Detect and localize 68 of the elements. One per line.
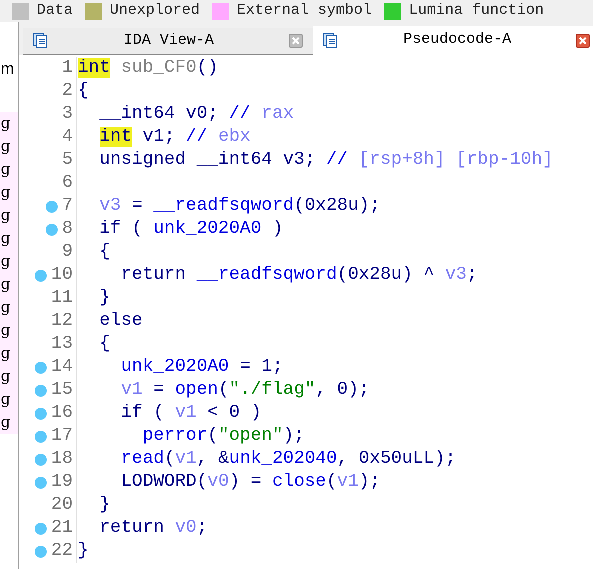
line-number: 17: [51, 425, 73, 448]
line-number: 8: [62, 218, 73, 241]
line-number: 10: [51, 264, 73, 287]
line-number: 7: [62, 195, 73, 218]
line-number: 14: [51, 356, 73, 379]
code-line: read(v1, &unk_202040, 0x50uLL);: [120, 448, 456, 471]
code-line: {: [77, 80, 89, 103]
panel-text: m: [0, 60, 14, 80]
code-line: unsigned __int64 v3; // [rsp+8h] [rbp-10h]: [98, 149, 554, 172]
line-number: 5: [62, 149, 73, 172]
list-item[interactable]: g: [0, 342, 18, 365]
code-line: }: [98, 287, 110, 310]
code-line: if ( v1 < 0 ): [120, 402, 262, 425]
list-item[interactable]: g: [0, 296, 18, 319]
line-number: 16: [51, 402, 73, 425]
line-number: 9: [62, 241, 73, 264]
list-item[interactable]: g: [0, 411, 18, 434]
line-number: 18: [51, 448, 73, 471]
line-number: 13: [51, 333, 73, 356]
line-number: 12: [51, 310, 73, 333]
tab[interactable]: IDA View-A: [23, 28, 313, 55]
document-icon: [33, 33, 49, 49]
code-line: return __readfsqword(0x28u) ^ v3;: [120, 264, 478, 287]
code-line: }: [77, 540, 89, 563]
code-line: int sub_CF0(): [77, 57, 218, 80]
line-number: 6: [62, 172, 73, 195]
code-line: unk_2020A0 = 1;: [120, 356, 284, 379]
list-item[interactable]: g: [0, 319, 18, 342]
line-number: 1: [62, 57, 73, 80]
line-number: 4: [62, 126, 73, 149]
code-line: }: [98, 494, 110, 517]
line-number: 3: [62, 103, 73, 126]
legend-label: Lumina function: [409, 0, 544, 21]
line-number: 11: [51, 287, 73, 310]
line-number: 20: [51, 494, 73, 517]
close-icon[interactable]: [576, 34, 590, 48]
list-item[interactable]: g: [0, 273, 18, 296]
code-line: if ( unk_2020A0 ): [98, 218, 284, 241]
line-number: 2: [62, 80, 73, 103]
code-line: int v1; // ebx: [98, 126, 251, 149]
code-line: __int64 v0; // rax: [98, 103, 294, 126]
close-icon[interactable]: [289, 34, 303, 48]
list-item[interactable]: g: [0, 181, 18, 204]
code-line: {: [98, 241, 110, 264]
code-line: {: [98, 333, 110, 356]
line-number: 21: [51, 517, 73, 540]
tab[interactable]: Pseudocode-A: [313, 26, 593, 55]
code-line: v3 = __readfsqword(0x28u);: [98, 195, 380, 218]
list-item[interactable]: g: [0, 112, 18, 135]
legend-label: Data: [37, 0, 74, 21]
list-item[interactable]: g: [0, 204, 18, 227]
line-number: 15: [51, 379, 73, 402]
legend-label: Unexplored: [110, 0, 200, 21]
list-item[interactable]: g: [0, 250, 18, 273]
list-item[interactable]: g: [0, 158, 18, 181]
code-line: else: [98, 310, 143, 333]
code-line: perror("open");: [142, 425, 305, 448]
list-item[interactable]: g: [0, 388, 18, 411]
code-line: v1 = open("./flag", 0);: [120, 379, 370, 402]
code-line: LODWORD(v0) = close(v1);: [120, 471, 381, 494]
code-line: return v0;: [98, 517, 208, 540]
line-number: 19: [51, 471, 73, 494]
list-item[interactable]: g: [0, 135, 18, 158]
list-item[interactable]: g: [0, 227, 18, 250]
line-number: 22: [51, 540, 73, 563]
legend-label: External symbol: [237, 0, 372, 21]
document-icon: [323, 32, 339, 48]
list-item[interactable]: g: [0, 365, 18, 388]
